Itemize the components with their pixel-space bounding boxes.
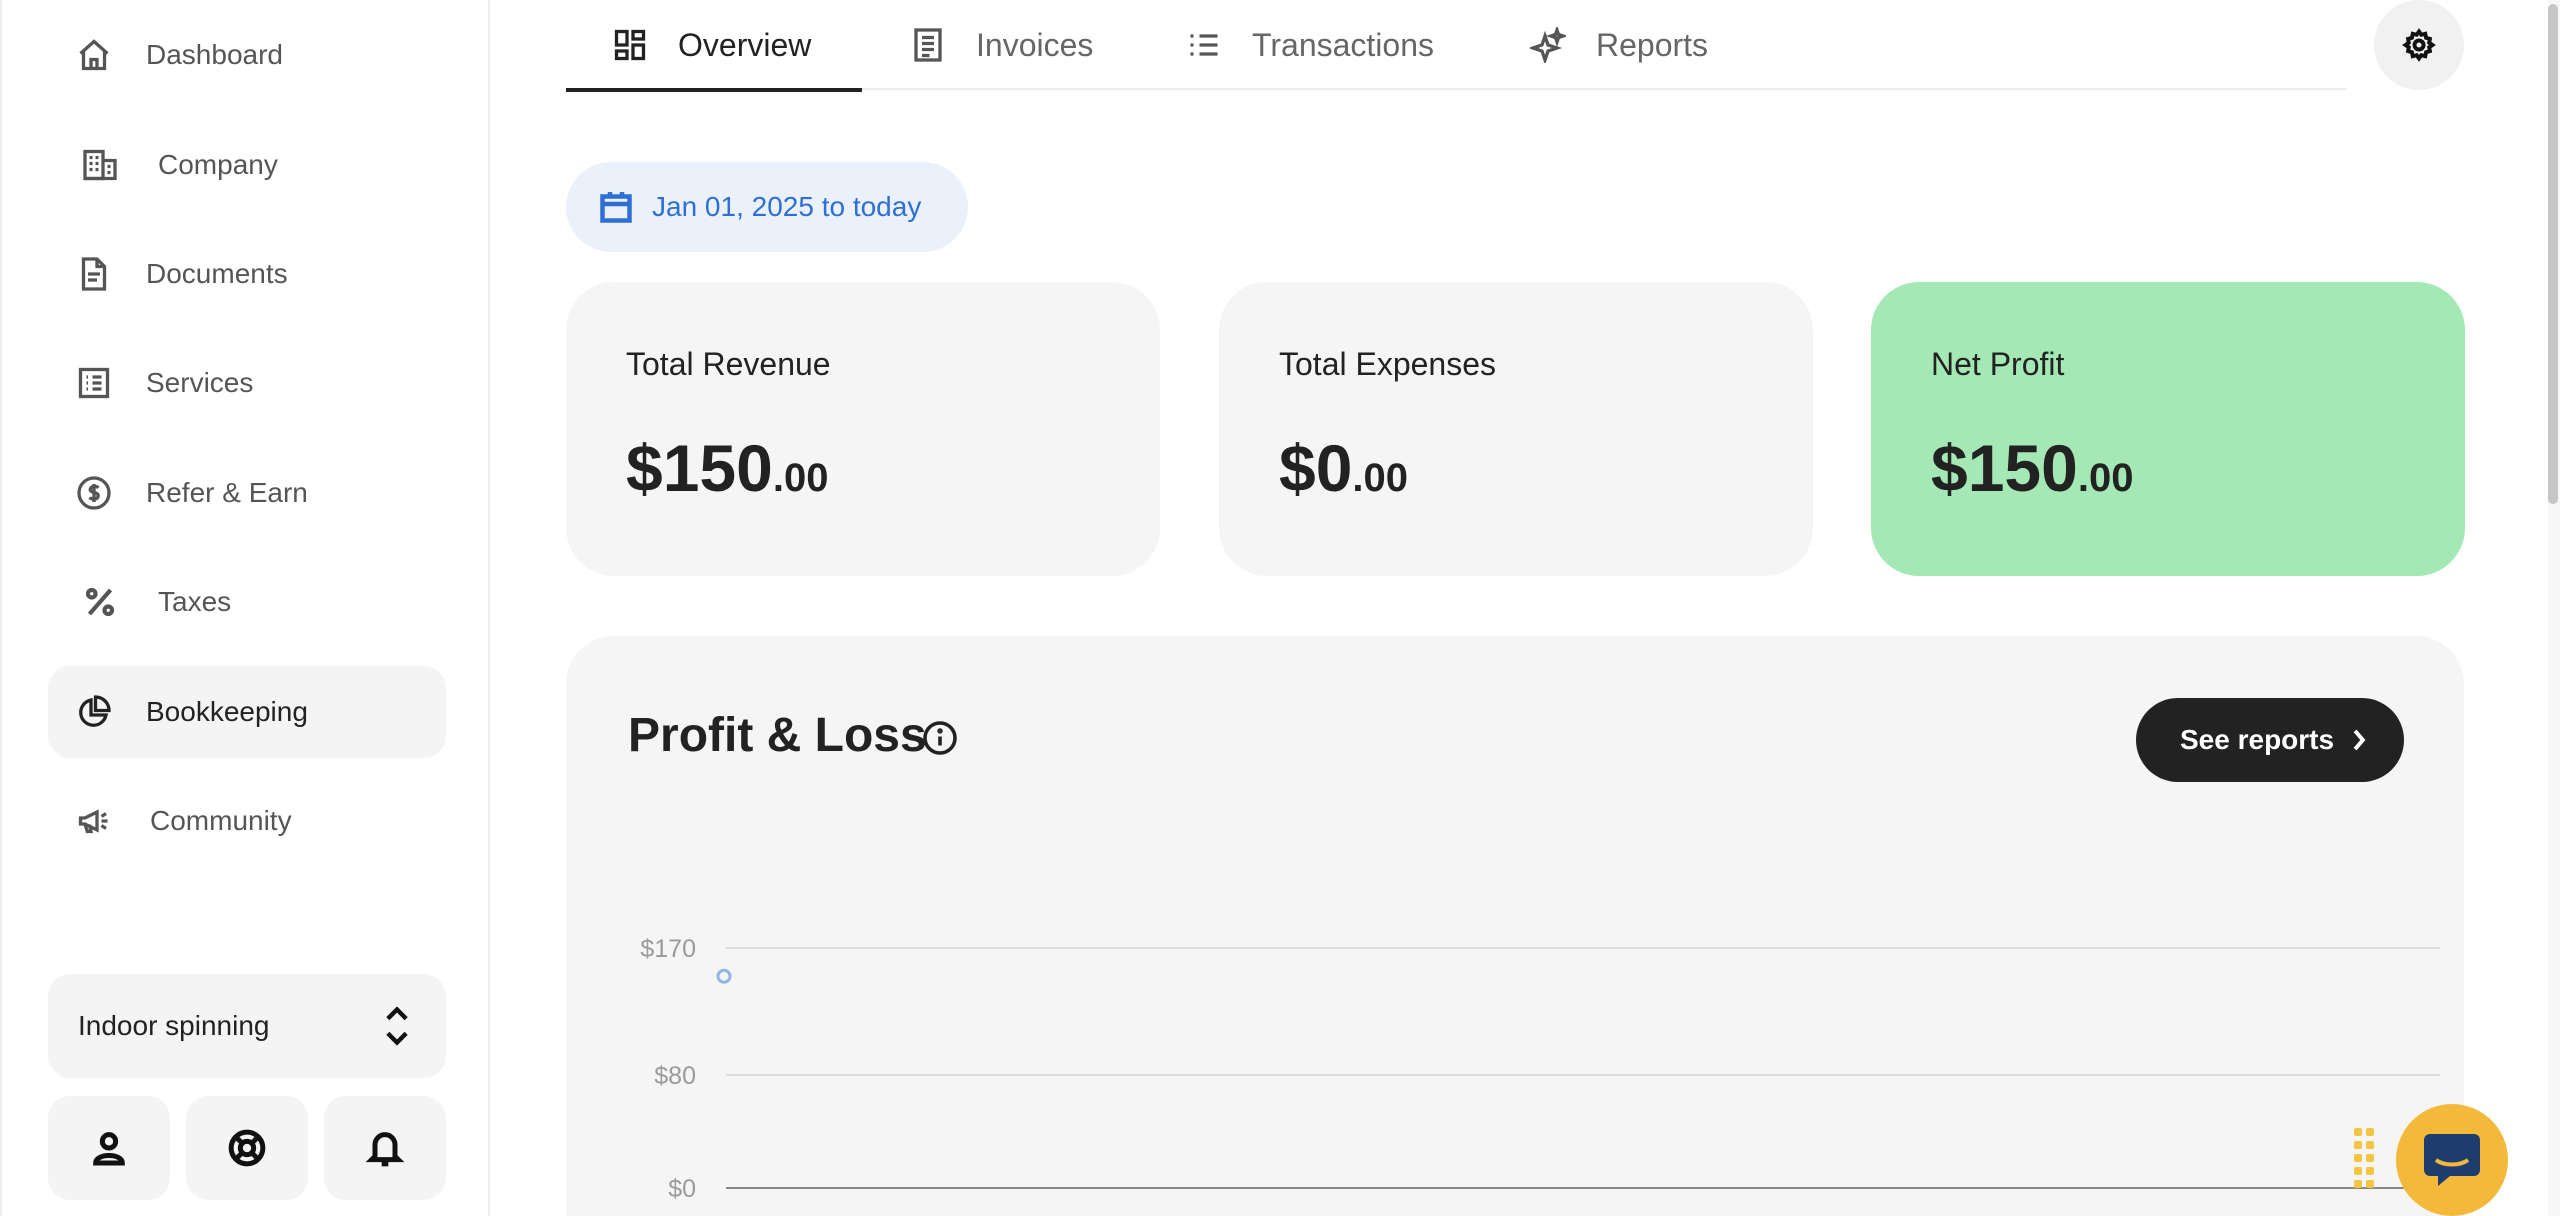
chevron-up-down-icon — [386, 1006, 408, 1046]
profit-loss-chart: $170 $80 $0 — [640, 935, 2440, 1203]
chat-button[interactable] — [2396, 1104, 2508, 1216]
card-amount: $150.00 — [1931, 430, 2133, 506]
info-icon[interactable] — [922, 720, 958, 756]
list-box-icon — [74, 363, 114, 403]
sidebar-item-label: Bookkeeping — [146, 696, 308, 727]
y-tick-label: $0 — [668, 1175, 696, 1203]
drag-handle-icon[interactable] — [2354, 1128, 2376, 1190]
home-icon — [74, 35, 114, 75]
data-point[interactable] — [716, 968, 732, 984]
sidebar-item-label: Community — [150, 805, 292, 836]
see-reports-label: See reports — [2180, 724, 2335, 755]
amount-cents: .00 — [1352, 456, 1409, 500]
total-revenue-card: Total Revenue $150.00 — [566, 282, 1160, 576]
total-expenses-card: Total Expenses $0.00 — [1219, 282, 1813, 576]
tab-label: Invoices — [976, 26, 1094, 63]
y-tick-label: $170 — [640, 935, 696, 963]
tab-reports[interactable]: Reports — [1530, 0, 1708, 90]
sidebar-item-label: Services — [146, 367, 254, 398]
sidebar-item-label: Refer & Earn — [146, 477, 308, 508]
business-name: Indoor spinning — [78, 1010, 270, 1041]
sidebar-item-bookkeeping[interactable]: Bookkeeping — [48, 666, 446, 758]
main-tabs: Overview Invoices Transactions Reports — [566, 0, 2346, 92]
card-label: Total Expenses — [1279, 346, 1497, 382]
document-icon — [74, 254, 114, 294]
settings-button[interactable] — [2374, 0, 2464, 90]
amount-whole: $150 — [626, 431, 773, 505]
calendar-icon — [600, 192, 632, 223]
tab-label: Transactions — [1252, 26, 1434, 63]
sidebar-item-label: Dashboard — [146, 39, 283, 70]
sidebar: Dashboard Company Documents Services Ref… — [0, 0, 490, 1216]
business-selector[interactable]: Indoor spinning — [48, 974, 446, 1078]
bell-icon — [365, 1132, 405, 1167]
dollar-circle-icon — [74, 473, 114, 513]
profile-button[interactable] — [48, 1096, 170, 1200]
tab-label: Overview — [678, 26, 812, 63]
building-icon — [80, 145, 120, 185]
card-amount: $150.00 — [626, 430, 828, 506]
grid-icon — [614, 29, 646, 61]
sidebar-item-services[interactable]: Services — [48, 337, 446, 429]
sidebar-item-label: Company — [158, 149, 278, 180]
net-profit-card: Net Profit $150.00 — [1871, 282, 2465, 576]
amount-cents: .00 — [2077, 456, 2134, 500]
lifebuoy-icon — [228, 1129, 266, 1167]
notifications-button[interactable] — [324, 1096, 446, 1200]
sparkle-icon — [1530, 27, 1566, 63]
tab-transactions[interactable]: Transactions — [1186, 0, 1434, 90]
help-button[interactable] — [186, 1096, 308, 1200]
tab-invoices[interactable]: Invoices — [910, 0, 1093, 90]
invoice-icon — [914, 28, 942, 62]
sidebar-item-company[interactable]: Company — [48, 119, 446, 211]
profit-loss-title: Profit & Loss — [628, 709, 927, 762]
user-icon — [93, 1132, 125, 1166]
amount-cents: .00 — [772, 456, 829, 500]
sidebar-item-dashboard[interactable]: Dashboard — [48, 9, 446, 101]
tab-label: Reports — [1596, 26, 1709, 63]
sidebar-item-refer-earn[interactable]: Refer & Earn — [48, 447, 446, 539]
y-tick-label: $80 — [654, 1062, 696, 1090]
sidebar-item-label: Taxes — [158, 586, 232, 617]
amount-whole: $0 — [1279, 431, 1353, 505]
scrollbar-thumb[interactable] — [2548, 4, 2558, 504]
list-icon — [1190, 34, 1218, 56]
sidebar-item-taxes[interactable]: Taxes — [48, 556, 446, 648]
tab-overview[interactable]: Overview — [566, 0, 862, 92]
pie-chart-icon — [74, 692, 114, 732]
date-range-picker[interactable]: Jan 01, 2025 to today — [566, 162, 968, 252]
percent-icon — [80, 582, 120, 622]
megaphone-icon — [74, 801, 114, 841]
chat-bubble-icon — [2424, 1134, 2480, 1186]
card-amount: $0.00 — [1279, 430, 1408, 506]
gear-icon — [2402, 28, 2436, 62]
chevron-right-icon — [2353, 729, 2366, 751]
amount-whole: $150 — [1931, 431, 2078, 505]
sidebar-item-community[interactable]: Community — [48, 775, 446, 867]
date-range-label: Jan 01, 2025 to today — [652, 191, 922, 222]
see-reports-button[interactable]: See reports — [2136, 698, 2404, 782]
sidebar-item-label: Documents — [146, 258, 288, 289]
card-label: Net Profit — [1931, 346, 2065, 382]
sidebar-item-documents[interactable]: Documents — [48, 228, 446, 320]
card-label: Total Revenue — [626, 346, 831, 382]
